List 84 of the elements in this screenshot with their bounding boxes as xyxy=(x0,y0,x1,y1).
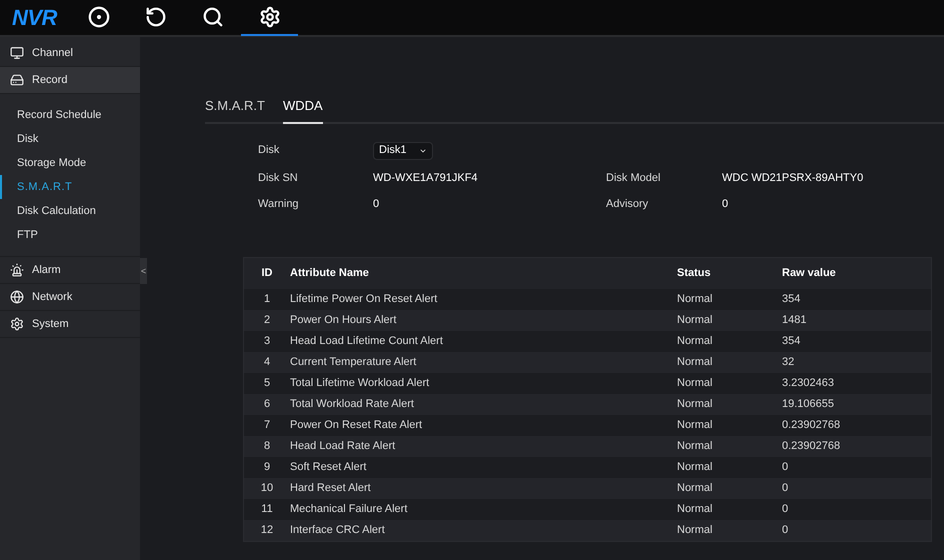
table-cell-text: 0 xyxy=(782,522,790,538)
submenu-item[interactable]: Disk xyxy=(0,127,140,151)
column-header: Status xyxy=(677,266,712,281)
table-cell-text: Normal xyxy=(677,418,714,433)
table-cell-text: 0 xyxy=(782,480,790,496)
field-label: Disk SN xyxy=(258,170,299,186)
hard-drive-icon xyxy=(10,73,24,87)
table-cell-text: 3 xyxy=(262,334,272,349)
logo: NVR xyxy=(12,4,58,32)
table-cell-text: Head Load Lifetime Count Alert xyxy=(290,334,444,349)
collapse-handle[interactable]: < xyxy=(140,258,147,284)
tab[interactable]: WDDA xyxy=(282,96,323,124)
table-cell-text: 11 xyxy=(260,502,274,517)
field-label: Warning xyxy=(258,197,300,212)
table-cell-text: 8 xyxy=(262,438,272,454)
search-icon xyxy=(202,6,224,28)
table-cell-text: 12 xyxy=(260,522,274,538)
table-cell-text: 1 xyxy=(262,292,272,307)
table-cell-text: Soft Reset Alert xyxy=(290,460,368,475)
submenu-item[interactable]: FTP xyxy=(0,223,140,247)
table-cell-text: Power On Hours Alert xyxy=(290,312,398,328)
table-cell-text: 2 xyxy=(262,312,272,328)
target-icon xyxy=(88,6,110,28)
sidebar-item[interactable]: Network xyxy=(0,284,140,311)
field-value: 0 xyxy=(373,197,380,212)
globe-icon xyxy=(10,290,24,304)
column-header: Raw value xyxy=(782,266,837,281)
table-cell-text: 32 xyxy=(782,354,796,370)
table-cell-text: 354 xyxy=(782,292,802,307)
table-cell-text: 3.2302463 xyxy=(782,376,835,391)
sidebar-item[interactable]: System xyxy=(0,311,140,338)
table-cell-text: 10 xyxy=(260,480,274,496)
table-cell-text: 0.23902768 xyxy=(782,438,842,454)
submenu-item[interactable]: S.M.A.R.T xyxy=(0,175,140,199)
table-cell-text: Normal xyxy=(677,312,714,328)
table-cell-text: Interface CRC Alert xyxy=(290,522,386,538)
field-value: 0 xyxy=(722,197,730,212)
table-cell-text: Normal xyxy=(677,396,714,412)
table-cell-text: 354 xyxy=(782,334,802,349)
sidebar-item[interactable]: Record xyxy=(0,67,140,94)
table-cell-text: Normal xyxy=(677,502,714,517)
disk-dropdown[interactable]: Disk1 xyxy=(373,142,433,160)
table-cell-text: Normal xyxy=(677,334,714,349)
table-cell-text: Normal xyxy=(677,354,714,370)
table-cell-text: Normal xyxy=(677,376,714,391)
settings-icon xyxy=(258,6,280,28)
field-label: Disk Model xyxy=(606,170,662,186)
column-header: Attribute Name xyxy=(290,266,370,281)
table-cell-text: 6 xyxy=(262,396,272,412)
table-cell-text: Total Workload Rate Alert xyxy=(290,396,415,412)
table-cell-text: 0 xyxy=(782,502,790,517)
table-cell-text: Normal xyxy=(677,460,714,475)
siren-icon xyxy=(10,263,24,277)
field-label: Disk xyxy=(258,143,280,158)
table-cell-text: 0.23902768 xyxy=(782,418,842,433)
field-label: Advisory xyxy=(606,197,650,212)
table-cell-text: 0 xyxy=(782,460,790,475)
table-cell-text: Lifetime Power On Reset Alert xyxy=(290,292,438,307)
column-header: ID xyxy=(260,266,274,281)
table-cell-text: 5 xyxy=(262,376,272,391)
table-cell-text: 4 xyxy=(262,354,272,370)
table-cell-text: 19.106655 xyxy=(782,396,835,412)
field-value: WD-WXE1A791JKF4 xyxy=(373,170,479,186)
table-cell-text: Current Temperature Alert xyxy=(290,354,418,370)
table-cell-text: Head Load Rate Alert xyxy=(290,438,396,454)
monitor-icon xyxy=(10,46,24,60)
table-cell-text: Normal xyxy=(677,480,714,496)
replay-icon xyxy=(144,6,166,28)
submenu-item[interactable]: Record Schedule xyxy=(0,103,140,127)
submenu-item[interactable]: Disk Calculation xyxy=(0,199,140,223)
tab[interactable]: S.M.A.R.T xyxy=(205,96,265,124)
table-cell-text: Power On Reset Rate Alert xyxy=(290,418,424,433)
field-value: WDC WD21PSRX-89AHTY0 xyxy=(722,170,864,186)
submenu-item[interactable]: Storage Mode xyxy=(0,151,140,175)
table-cell-text: 1481 xyxy=(782,312,808,328)
table-cell-text: Normal xyxy=(677,292,714,307)
table-cell-text: Normal xyxy=(677,438,714,454)
table-cell-text: Normal xyxy=(677,522,714,538)
table-cell-text: Mechanical Failure Alert xyxy=(290,502,408,517)
table-cell-text: 9 xyxy=(262,460,272,475)
settings-icon xyxy=(10,317,24,331)
table-cell-text: 7 xyxy=(262,418,272,433)
table-cell-text: Hard Reset Alert xyxy=(290,480,372,496)
table-cell-text: Total Lifetime Workload Alert xyxy=(290,376,430,391)
